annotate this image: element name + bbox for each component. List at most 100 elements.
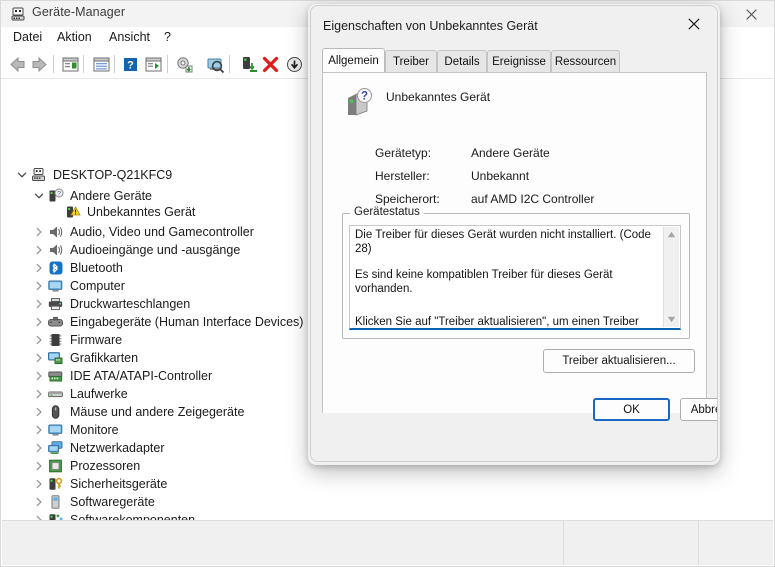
cancel-button[interactable]: Abbrechen (680, 398, 717, 421)
tree-node-label: Firmware (70, 332, 123, 347)
security-device-icon (47, 476, 64, 492)
tab-treiber[interactable]: Treiber (385, 50, 437, 72)
chevron-right-icon[interactable] (31, 404, 47, 420)
main-window-title: Geräte-Manager (32, 5, 126, 19)
no-chevron-spacer (48, 204, 64, 220)
dialog-tabs: Allgemein Treiber Details Ereignisse Res… (322, 48, 706, 72)
main-window-close-button[interactable] (736, 5, 766, 23)
chevron-right-icon[interactable] (31, 332, 47, 348)
chevron-right-icon[interactable] (31, 476, 47, 492)
network-adapter-icon (47, 440, 64, 456)
dialog-close-button[interactable] (677, 11, 711, 37)
property-value-hersteller: Unbekannt (471, 169, 530, 183)
chevron-right-icon[interactable] (31, 350, 47, 366)
chevron-right-icon[interactable] (31, 314, 47, 330)
tree-node-label: Softwaregeräte (70, 494, 155, 509)
tree-node-label: Softwarekomponenten (70, 512, 196, 521)
forward-icon[interactable] (29, 54, 50, 75)
tree-node-label: Unbekanntes Gerät (87, 204, 196, 219)
monitor-icon (47, 422, 64, 438)
screen: Geräte-Manager Datei Aktion Ansicht ? ? … (0, 0, 775, 567)
menu-item-datei[interactable]: Datei (11, 30, 44, 47)
tree-node-softwarekomponenten[interactable]: Softwarekomponenten (31, 509, 195, 520)
status-bar-segment (563, 521, 699, 565)
toolbar-separator (83, 55, 84, 73)
property-value-speicherort: auf AMD I2C Controller (471, 192, 595, 206)
tree-node-root[interactable]: DESKTOP-Q21KFC9 (14, 164, 172, 185)
tree-node-label: Computer (70, 278, 125, 293)
triangle-up-icon[interactable] (664, 227, 679, 242)
chevron-down-icon[interactable] (14, 167, 30, 183)
chevron-right-icon[interactable] (31, 296, 47, 312)
property-key-speicherort: Speicherort: (375, 192, 440, 206)
tree-node-unbekanntes-geraet[interactable]: Unbekanntes Gerät (48, 201, 195, 222)
bluetooth-icon (47, 260, 64, 276)
status-line-1: Die Treiber für dieses Gerät wurden nich… (355, 229, 651, 255)
device-manager-icon (10, 6, 26, 22)
tree-node-label: Laufwerke (70, 386, 128, 401)
close-icon (688, 18, 700, 30)
uninstall-device-icon[interactable] (260, 54, 281, 75)
svg-text:?: ? (361, 90, 368, 102)
enable-device-icon[interactable] (239, 54, 260, 75)
menu-item-hilfe[interactable]: ? (162, 30, 173, 47)
chevron-right-icon[interactable] (31, 242, 47, 258)
tree-node-label: Mäuse und andere Zeigegeräte (70, 404, 245, 419)
chevron-right-icon[interactable] (31, 458, 47, 474)
properties-icon[interactable] (60, 54, 81, 75)
help-icon[interactable]: ? (120, 54, 141, 75)
chevron-right-icon[interactable] (31, 260, 47, 276)
chevron-right-icon[interactable] (31, 224, 47, 240)
close-icon (745, 8, 757, 20)
tree-node-label: Audioeingänge und -ausgänge (70, 242, 241, 257)
status-bar-segment (698, 521, 773, 565)
tab-details[interactable]: Details (437, 50, 487, 72)
chevron-right-icon[interactable] (31, 386, 47, 402)
chevron-right-icon[interactable] (31, 440, 47, 456)
tree-node-label: Eingabegeräte (Human Interface Devices) (70, 314, 304, 329)
update-driver-icon[interactable] (174, 54, 195, 75)
tab-ereignisse[interactable]: Ereignisse (487, 50, 551, 72)
list-view-icon[interactable] (91, 54, 112, 75)
computer-root-icon (30, 167, 47, 183)
menu-item-aktion[interactable]: Aktion (55, 30, 94, 47)
tree-node-label: Grafikkarten (70, 350, 139, 365)
svg-text:?: ? (57, 190, 61, 197)
tab-ressourcen[interactable]: Ressourcen (551, 50, 620, 72)
tree-node-label: Druckwarteschlangen (70, 296, 191, 311)
chevron-down-icon[interactable] (31, 188, 47, 204)
update-driver-button[interactable]: Treiber aktualisieren... (543, 349, 695, 373)
hid-icon (47, 314, 64, 330)
status-scrollbar[interactable] (663, 227, 679, 327)
scan-icon[interactable] (143, 54, 164, 75)
toolbar-separator (53, 55, 54, 73)
disable-device-icon[interactable] (284, 54, 305, 75)
chevron-right-icon[interactable] (31, 278, 47, 294)
show-hidden-devices-icon[interactable] (205, 54, 226, 75)
tree-node-label: Monitore (70, 422, 119, 437)
chevron-right-icon[interactable] (31, 494, 47, 510)
device-properties-dialog: Eigenschaften von Unbekanntes Gerät Allg… (310, 5, 718, 462)
toolbar-separator (114, 55, 115, 73)
tab-panel-allgemein: ? Unbekanntes Gerät Gerätetyp: Andere Ge… (322, 72, 707, 424)
device-status-textbox[interactable]: Die Treiber für dieses Gerät wurden nich… (349, 225, 681, 330)
ide-controller-icon (47, 368, 64, 384)
tree-node-label: IDE ATA/ATAPI-Controller (70, 368, 213, 383)
tab-allgemein[interactable]: Allgemein (322, 48, 385, 72)
status-bar (2, 520, 773, 565)
chevron-right-icon[interactable] (31, 512, 47, 520)
menu-item-ansicht[interactable]: Ansicht (107, 30, 152, 47)
unknown-device-question-icon: ? (343, 87, 376, 120)
chevron-right-icon[interactable] (31, 368, 47, 384)
triangle-down-icon[interactable] (664, 312, 679, 327)
dialog-title: Eigenschaften von Unbekanntes Gerät (323, 19, 538, 33)
tree-node-label: Bluetooth (70, 260, 123, 275)
chevron-right-icon[interactable] (31, 422, 47, 438)
svg-text:?: ? (127, 60, 134, 72)
unknown-device-warning-icon (64, 204, 81, 220)
audio-icon (47, 242, 64, 258)
back-icon[interactable] (7, 54, 28, 75)
device-status-text: Die Treiber für dieses Gerät wurden nich… (355, 229, 653, 328)
ok-button[interactable]: OK (593, 398, 670, 421)
property-key-geraetetyp: Gerätetyp: (375, 146, 432, 160)
